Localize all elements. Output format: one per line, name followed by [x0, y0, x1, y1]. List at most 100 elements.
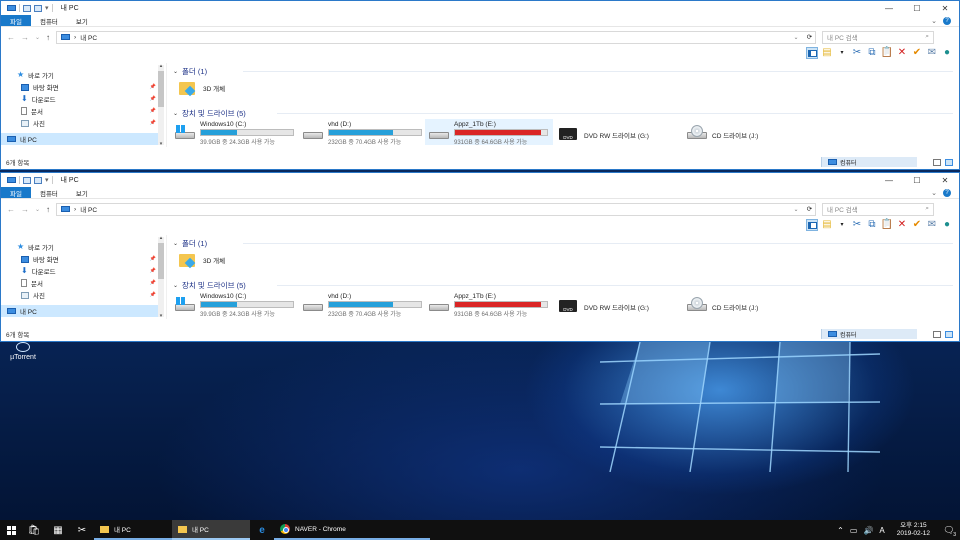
group-header-folders[interactable]: ⌄ 폴더 (1) [173, 66, 953, 77]
snip-icon[interactable]: ✂ [70, 520, 94, 540]
start-button[interactable] [0, 525, 22, 535]
store-icon[interactable]: 🛍 [22, 520, 46, 540]
scroll-down-icon[interactable]: ▾ [158, 141, 164, 147]
address-dropdown-icon[interactable]: ⌄ [794, 206, 803, 213]
expand-ribbon-icon[interactable]: ⌄ [931, 17, 937, 25]
scroll-up-icon[interactable]: ▴ [158, 235, 164, 241]
tab-view[interactable]: 보기 [67, 187, 97, 198]
tab-view[interactable]: 보기 [67, 15, 97, 26]
show-hidden-icons-icon[interactable]: ⌃ [837, 526, 844, 535]
drive-j[interactable]: CD 드라이브 (J:) [683, 119, 762, 145]
scroll-down-icon[interactable]: ▾ [158, 313, 164, 319]
globe-icon[interactable]: ● [941, 219, 953, 231]
nav-item-this-pc[interactable]: 내 PC [1, 133, 159, 145]
copy-icon[interactable]: ⧉ [866, 47, 878, 59]
drive-g[interactable]: DVD DVD RW 드라이브 (G:) [555, 119, 653, 145]
up-icon[interactable]: ↑ [46, 33, 50, 42]
nav-item-pictures[interactable]: 사진 📌 [1, 117, 166, 129]
refresh-icon[interactable]: ⟳ [807, 33, 815, 41]
nav-item-documents[interactable]: 문서 📌 [1, 105, 166, 117]
desktop-icon-utorrent[interactable]: µTorrent [2, 342, 44, 361]
minimize-button[interactable]: — [875, 1, 903, 15]
email-icon[interactable]: ✉ [926, 219, 938, 231]
forward-icon[interactable]: → [21, 205, 29, 214]
globe-icon[interactable]: ● [941, 47, 953, 59]
refresh-icon[interactable]: ⟳ [807, 205, 815, 213]
properties-icon[interactable] [23, 176, 31, 184]
drive-c[interactable]: Windows10 (C:) 39.9GB 중 24.3GB 사용 가능 [171, 291, 298, 318]
nav-item-documents[interactable]: 문서 📌 [1, 277, 166, 289]
new-folder-qat-icon[interactable] [34, 4, 42, 12]
volume-icon[interactable]: 🔊 [863, 526, 873, 535]
collapse-icon[interactable]: ⌄ [173, 282, 178, 289]
group-header-drives[interactable]: ⌄ 장치 및 드라이브 (5) [173, 108, 953, 119]
nav-item-downloads[interactable]: ⬇ 다운로드 📌 [1, 265, 166, 277]
nav-quick-access[interactable]: ★ 바로 가기 [1, 241, 166, 253]
pin-icon[interactable]: 📌 [150, 292, 156, 298]
folder-3d-objects[interactable]: 3D 개체 [179, 80, 225, 97]
drive-j[interactable]: CD 드라이브 (J:) [683, 291, 762, 317]
minimize-button[interactable]: — [875, 173, 903, 187]
scroll-thumb[interactable] [158, 71, 164, 107]
drive-g[interactable]: DVD DVD RW 드라이브 (G:) [555, 291, 653, 317]
new-folder-icon[interactable]: ▤ [821, 219, 833, 231]
cut-icon[interactable]: ✂ [851, 47, 863, 59]
checkmark-icon[interactable]: ✔ [911, 219, 923, 231]
scroll-thumb[interactable] [158, 243, 164, 279]
tab-computer[interactable]: 컴퓨터 [31, 15, 67, 26]
close-button[interactable]: ✕ [931, 1, 959, 15]
forward-icon[interactable]: → [21, 33, 29, 42]
ime-indicator[interactable]: A [879, 526, 884, 535]
layout-pane-icon[interactable] [806, 47, 818, 59]
nav-scrollbar[interactable]: ▴ ▾ [158, 235, 164, 319]
group-header-folders[interactable]: ⌄ 폴더 (1) [173, 238, 953, 249]
taskbar-button-explorer-1[interactable]: 내 PC [94, 520, 172, 540]
up-icon[interactable]: ↑ [46, 205, 50, 214]
search-input[interactable]: 내 PC 검색 ⌕ [822, 202, 935, 216]
scroll-up-icon[interactable]: ▴ [158, 63, 164, 69]
paste-icon[interactable]: 📋 [881, 47, 893, 59]
delete-icon[interactable]: ✕ [896, 219, 908, 231]
toolbar-dropdown-icon[interactable]: ▾ [836, 219, 848, 231]
calculator-icon[interactable]: ▦ [46, 520, 70, 540]
tab-computer[interactable]: 컴퓨터 [31, 187, 67, 198]
copy-icon[interactable]: ⧉ [866, 219, 878, 231]
nav-item-desktop[interactable]: 바탕 화면 📌 [1, 81, 166, 93]
paste-icon[interactable]: 📋 [881, 219, 893, 231]
pin-icon[interactable]: 📌 [150, 280, 156, 286]
title-bar[interactable]: ▾ 내 PC — ☐ ✕ [1, 173, 959, 187]
address-dropdown-icon[interactable]: ⌄ [794, 34, 803, 41]
pin-icon[interactable]: 📌 [150, 84, 156, 90]
drive-d[interactable]: vhd (D:) 232GB 중 70.4GB 사용 가능 [299, 119, 426, 146]
new-folder-qat-icon[interactable] [34, 176, 42, 184]
address-bar[interactable]: › 내 PC ⌄ ⟳ [56, 30, 817, 44]
ie-icon[interactable]: e [250, 520, 274, 540]
pin-icon[interactable]: 📌 [150, 256, 156, 262]
properties-icon[interactable] [23, 4, 31, 12]
taskbar-button-chrome[interactable]: NAVER - Chrome [274, 520, 430, 540]
back-icon[interactable]: ← [7, 33, 15, 42]
pin-icon[interactable]: 📌 [150, 268, 156, 274]
nav-item-desktop[interactable]: 바탕 화면 📌 [1, 253, 166, 265]
nav-item-pictures[interactable]: 사진 📌 [1, 289, 166, 301]
tab-file[interactable]: 파일 [1, 187, 31, 198]
taskbar-button-explorer-2[interactable]: 내 PC [172, 520, 250, 540]
recent-dropdown-icon[interactable]: ⌄ [35, 206, 40, 213]
breadcrumb[interactable]: 내 PC [80, 204, 97, 214]
new-folder-icon[interactable]: ▤ [821, 47, 833, 59]
layout-pane-icon[interactable] [806, 219, 818, 231]
network-icon[interactable]: ▭ [850, 526, 858, 535]
cut-icon[interactable]: ✂ [851, 219, 863, 231]
tab-file[interactable]: 파일 [1, 15, 31, 26]
tiles-view-icon[interactable] [945, 330, 953, 338]
recent-dropdown-icon[interactable]: ⌄ [35, 34, 40, 41]
collapse-icon[interactable]: ⌄ [173, 68, 178, 75]
drive-d[interactable]: vhd (D:) 232GB 중 70.4GB 사용 가능 [299, 291, 426, 318]
help-icon[interactable]: ? [943, 188, 951, 197]
nav-item-this-pc[interactable]: 내 PC [1, 305, 159, 317]
maximize-button[interactable]: ☐ [903, 1, 931, 15]
details-view-icon[interactable] [933, 158, 941, 166]
address-bar[interactable]: › 내 PC ⌄ ⟳ [56, 202, 817, 216]
nav-scrollbar[interactable]: ▴ ▾ [158, 63, 164, 147]
email-icon[interactable]: ✉ [926, 47, 938, 59]
